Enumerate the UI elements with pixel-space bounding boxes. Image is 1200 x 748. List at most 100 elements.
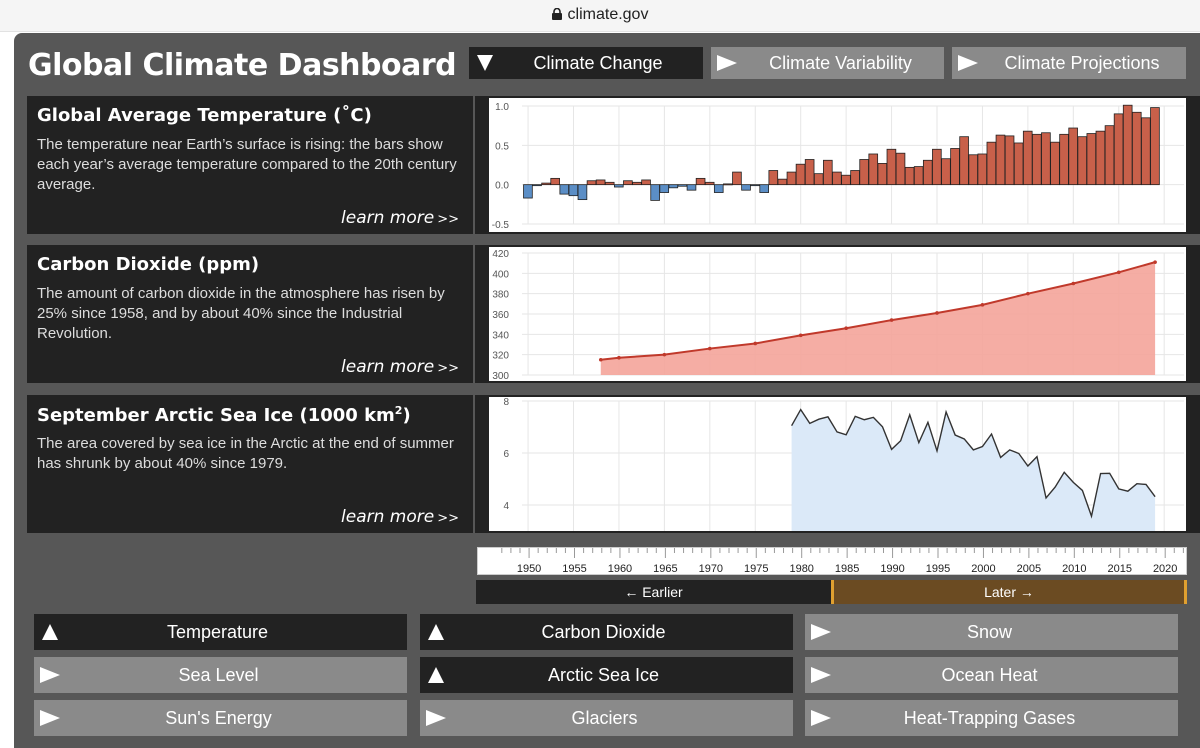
temperature-bar [604,181,615,186]
tab-label: Climate Variability [769,52,912,73]
button-glaciers[interactable]: Glaciers [420,700,793,736]
temperature-bar [968,154,978,186]
temperature-bar [959,136,969,186]
temperature-bar [950,148,960,186]
later-button[interactable]: Later → [831,580,1187,604]
temperature-bar [977,153,988,186]
sea-ice-panel: September Arctic Sea Ice (1000 km2) The … [27,395,473,533]
triangle-right-icon [40,667,60,683]
temperature-bar [713,184,724,193]
temperature-bar [1041,132,1051,186]
learn-more-link[interactable]: learn more >> [341,507,459,527]
tab-climate-variability[interactable]: Climate Variability [711,47,944,79]
y-tick-label: 1.0 [495,102,509,113]
triangle-up-icon [428,624,444,640]
button-label: Sea Level [178,664,259,685]
button-carbon-dioxide[interactable]: Carbon Dioxide [420,614,793,650]
tab-climate-change[interactable]: Climate Change [469,47,703,79]
triangle-right-icon [811,710,831,726]
earlier-button[interactable]: ← Earlier [476,580,831,604]
temperature-bar [795,163,806,186]
tab-climate-projections[interactable]: Climate Projections [952,47,1186,79]
panel-description: The temperature near Earth’s surface is … [37,136,457,193]
temperature-bar [532,184,542,187]
panel-title-main: September Arctic Sea Ice (1000 km [37,405,395,426]
learn-more-arrow: >> [437,361,459,376]
co2-chart: 420 400 380 360 340 320 300 [475,245,1200,383]
temperature-bar [704,181,715,186]
temperature-chart: 1.0 0.5 0.0 -0.5 [475,96,1200,234]
temperature-bar [1150,107,1160,186]
lock-icon [551,8,562,20]
temperature-bar [550,177,560,186]
y-tick-label: 380 [492,290,509,301]
button-label: Glaciers [571,707,638,728]
button-label: Heat-Trapping Gases [903,707,1076,728]
y-tick-label: 400 [492,269,509,280]
y-tick-label: 6 [503,449,509,460]
sea-ice-chart: 8 6 4 [475,395,1200,533]
learn-more-text: learn more [341,208,435,228]
triangle-right-icon [40,710,60,726]
temperature-bar [1032,133,1042,186]
button-snow[interactable]: Snow [805,614,1178,650]
temperature-bar [1077,136,1088,186]
button-heat-trapping-gases[interactable]: Heat-Trapping Gases [805,700,1178,736]
y-tick-label: 8 [503,397,509,408]
temperature-bar [568,184,579,197]
button-label: Temperature [166,621,269,642]
timeline-ticks: 1950 1955 1960 1965 1970 1975 1980 1985 1990 1995… [501,548,1184,575]
timeline-label: 1975 [744,563,768,575]
later-label: Later → [984,584,1034,600]
co2-point [1071,281,1076,286]
button-temperature[interactable]: Temperature [34,614,407,650]
temperature-bar [1095,130,1106,186]
temperature-bar [686,184,697,191]
temperature-bar [623,180,633,186]
earlier-label: ← Earlier [624,584,683,600]
temperature-bar [632,181,642,186]
temperature-bar [868,153,879,186]
temperature-bar [523,184,533,199]
button-sea-level[interactable]: Sea Level [34,657,407,693]
timeline-label: 2020 [1153,563,1177,575]
temperature-bar [841,174,851,186]
panel-title: Global Average Temperature (˚C) [37,105,372,126]
timeline-label: 1955 [562,563,586,575]
y-tick-label: 340 [492,330,509,341]
temperature-bar [732,171,742,186]
learn-more-link[interactable]: learn more >> [341,208,459,228]
temperature-bar [777,178,788,186]
co2-point [798,333,803,338]
co2-point [1116,270,1121,275]
timeline-label: 1965 [653,563,677,575]
triangle-right-icon [811,667,831,683]
button-ocean-heat[interactable]: Ocean Heat [805,657,1178,693]
temperature-bar [913,166,924,186]
temperature-bar [859,159,869,186]
co2-point [935,311,939,315]
y-tick-label: 0.0 [495,181,509,192]
temperature-bar [1122,104,1133,186]
panel-title: September Arctic Sea Ice (1000 km2) [37,404,411,426]
button-arctic-sea-ice[interactable]: Arctic Sea Ice [420,657,793,693]
learn-more-arrow: >> [437,212,459,227]
timeline-label: 1950 [517,563,541,575]
panel-title: Carbon Dioxide (ppm) [37,254,260,275]
co2-point [1153,260,1157,264]
learn-more-text: learn more [341,357,435,377]
button-suns-energy[interactable]: Sun's Energy [34,700,407,736]
temperature-bar [677,184,688,187]
temperature-bar [614,184,624,188]
learn-more-link[interactable]: learn more >> [341,357,459,377]
panel-description: The area covered by sea ice in the Arcti… [37,435,454,472]
temperature-bar [559,184,570,195]
temperature-bar [1004,135,1015,186]
url-display[interactable]: climate.gov [0,6,1200,24]
temperature-bar [577,184,588,201]
co2-area-chart: 420 400 380 360 340 320 300 [489,247,1186,382]
tab-label: Climate Projections [1004,52,1160,73]
temperature-bar [1086,133,1097,186]
temperature-bar [786,171,797,186]
timeline-axis[interactable]: 1950 1955 1960 1965 1970 1975 1980 1985 1990 1995… [477,547,1187,575]
